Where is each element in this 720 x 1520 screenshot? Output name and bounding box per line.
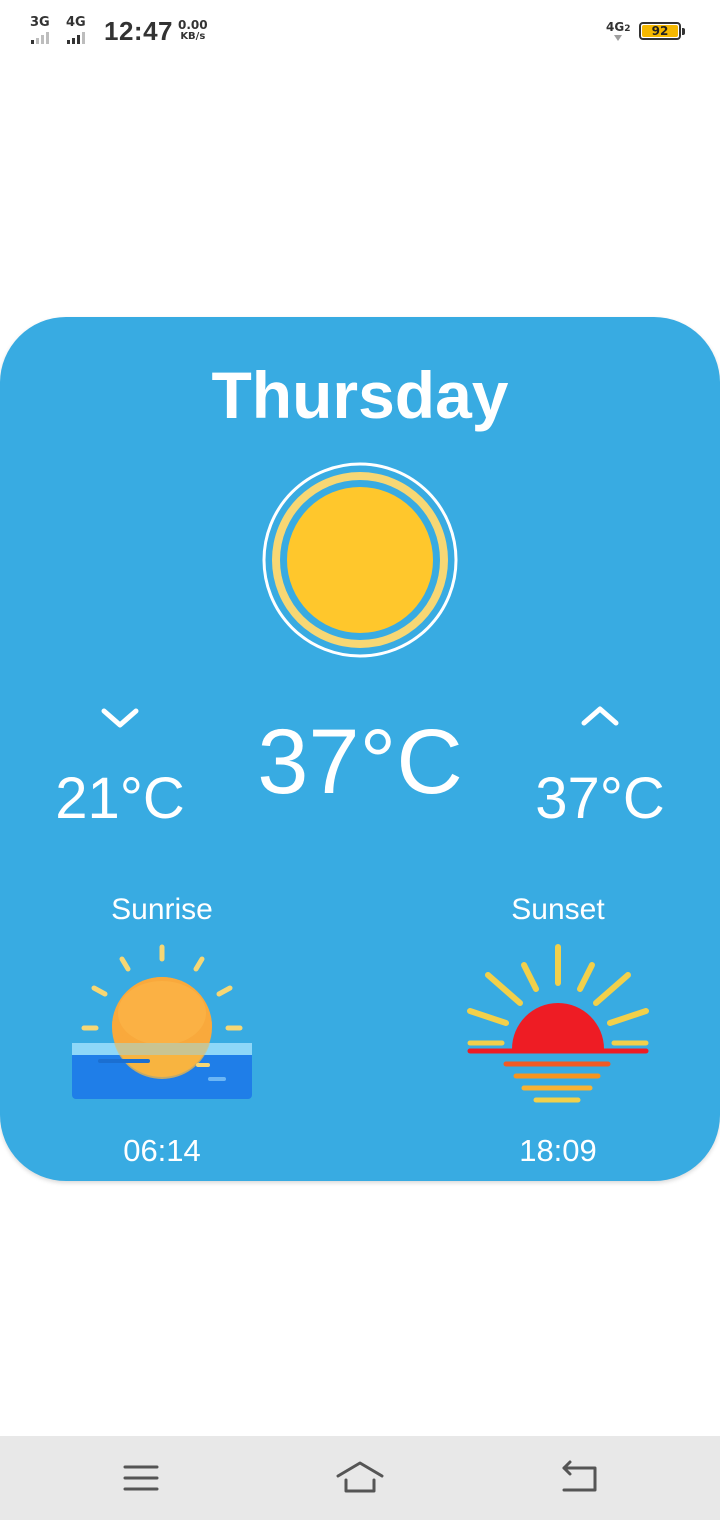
- chevron-up-icon: [581, 706, 619, 726]
- sunset-icon: [467, 944, 649, 1103]
- data-network-indicator: 4G2: [606, 20, 630, 41]
- battery-level: 92: [642, 25, 678, 37]
- sim1-signal: 3G: [30, 16, 50, 44]
- data-network-sim: 2: [624, 24, 631, 34]
- high-temperature: 37°C: [535, 766, 665, 831]
- weather-card: Thursday 21°C 37°C 37°C Sunrise 06:14 Su…: [0, 317, 720, 1181]
- chevron-down-icon: [101, 708, 139, 728]
- status-bar: 3G 4G 12:47 0.00 KB/s 4G2 92: [0, 0, 720, 64]
- sunrise-label: Sunrise: [111, 893, 213, 926]
- sun-icon: [262, 462, 458, 658]
- day-title: Thursday: [211, 358, 509, 432]
- sim2-signal: 4G: [66, 16, 86, 44]
- network-speed-value: 0.00: [178, 18, 208, 32]
- system-navigation-bar: [0, 1436, 720, 1520]
- data-network-label: 4G: [606, 20, 625, 34]
- home-icon[interactable]: [335, 1458, 385, 1498]
- menu-icon[interactable]: [116, 1458, 166, 1498]
- status-clock: 12:47: [104, 16, 173, 46]
- current-temperature: 37°C: [257, 711, 463, 813]
- sunset-label: Sunset: [511, 893, 605, 926]
- sunrise-time: 06:14: [123, 1133, 201, 1168]
- back-icon[interactable]: [555, 1458, 605, 1498]
- sim2-signal-bars-icon: [66, 32, 85, 44]
- sunset-time: 18:09: [519, 1133, 597, 1168]
- data-activity-icon: [614, 35, 623, 41]
- network-speed-unit: KB/s: [180, 31, 206, 42]
- sim1-network-label: 3G: [30, 15, 50, 30]
- sim2-network-label: 4G: [66, 15, 86, 30]
- low-temperature: 21°C: [55, 766, 185, 831]
- battery-icon: 92: [639, 22, 685, 40]
- network-speed: 0.00 KB/s: [178, 19, 208, 43]
- sim1-signal-bars-icon: [30, 32, 49, 44]
- sunrise-icon: [72, 944, 252, 1099]
